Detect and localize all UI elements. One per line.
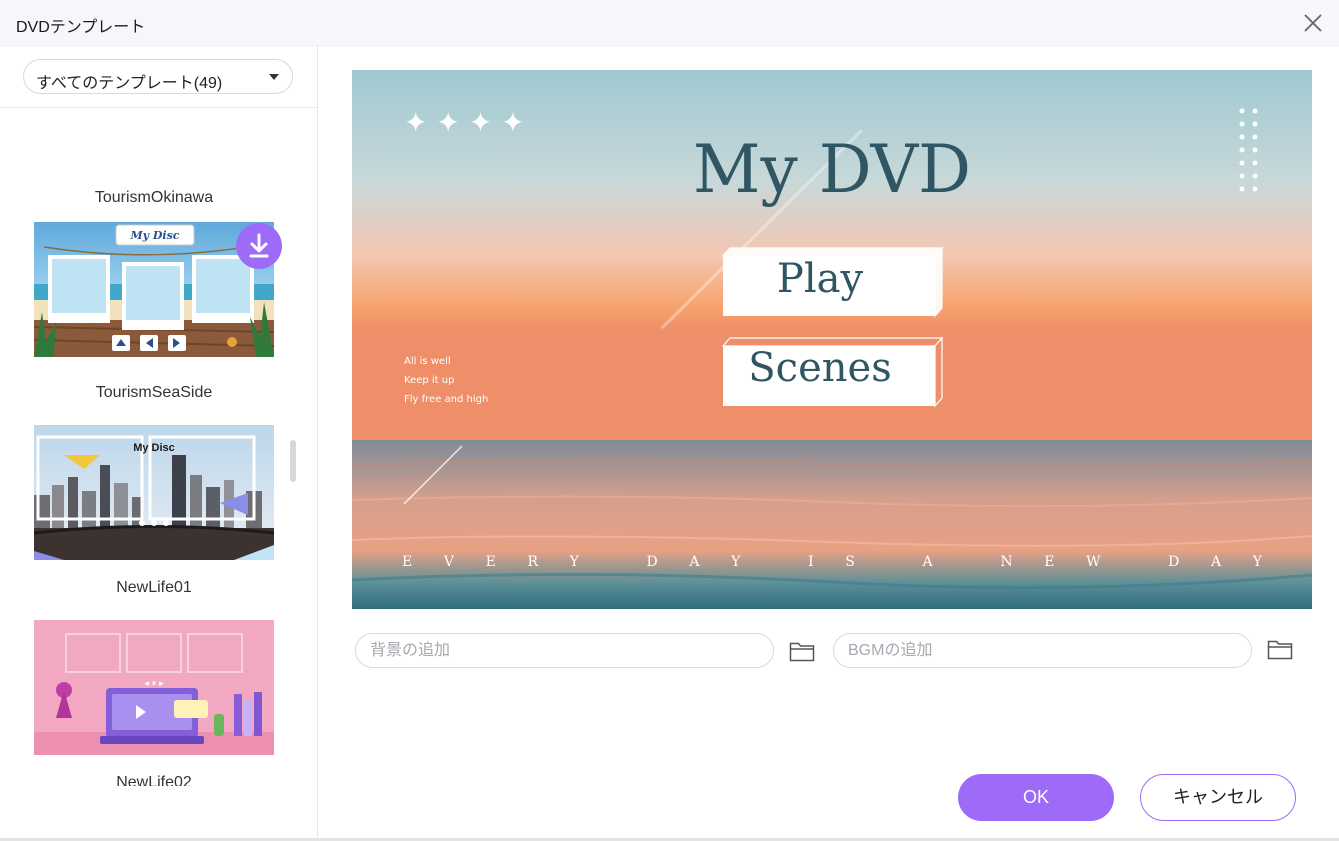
dropdown-label: すべてのテンプレート(49) — [36, 75, 223, 92]
side-text-line: Fly free and high — [404, 394, 488, 405]
bgm-path-input[interactable] — [833, 633, 1252, 668]
folder-icon[interactable] — [1267, 638, 1293, 660]
scenes-button[interactable]: Scenes — [721, 336, 944, 408]
thumb-title: My Disc — [133, 442, 175, 454]
close-icon[interactable] — [1301, 11, 1325, 35]
template-filter-dropdown[interactable]: すべてのテンプレート(49) — [23, 59, 293, 94]
title-bar: DVDテンプレート — [0, 0, 1339, 46]
template-list: TourismOkinawa My Disc TourismSeaSide My… — [0, 108, 318, 786]
template-label-tourismokinawa: TourismOkinawa — [94, 189, 214, 206]
template-thumb-newlife02[interactable]: ◂ ⏸ ▸ — [34, 620, 274, 755]
newlife02-thumbnail: ◂ ⏸ ▸ — [34, 620, 274, 755]
template-label-newlife01: NewLife01 — [116, 579, 192, 596]
dvd-title: My DVD — [693, 131, 971, 208]
play-button[interactable]: Play — [721, 246, 944, 318]
window-title: DVDテンプレート — [16, 19, 146, 36]
dvd-menu-preview: ✦ ✦ ✦ ✦ My DVD Play Scenes All is well K… — [352, 70, 1312, 609]
folder-icon[interactable] — [789, 640, 815, 662]
template-label-newlife02: NewLife02 — [116, 774, 192, 786]
download-icon[interactable] — [236, 223, 282, 269]
background-path-input[interactable] — [355, 633, 774, 668]
newlife01-thumbnail: My Disc — [34, 425, 274, 560]
template-sidebar: すべてのテンプレート(49) TourismOkinawa My Disc To… — [0, 46, 318, 841]
ok-button[interactable]: OK — [958, 774, 1114, 821]
scenes-label: Scenes — [748, 345, 891, 391]
svg-text:◂ ⏸ ▸: ◂ ⏸ ▸ — [144, 679, 164, 689]
sidebar-scrollbar[interactable] — [290, 440, 296, 482]
preview-canvas: ✦ ✦ ✦ ✦ My DVD Play Scenes All is well K… — [352, 70, 1312, 609]
template-label-tourismseaside: TourismSeaSide — [95, 384, 213, 401]
template-thumb-newlife01[interactable]: My Disc — [34, 425, 274, 560]
thumb-title: My Disc — [129, 229, 179, 242]
cancel-button[interactable]: キャンセル — [1140, 774, 1296, 821]
side-text-line: All is well — [404, 356, 451, 367]
stars-decoration: ✦ ✦ ✦ ✦ — [404, 106, 525, 139]
chevron-down-icon — [269, 74, 279, 80]
play-label: Play — [777, 256, 864, 302]
side-text-line: Keep it up — [404, 375, 454, 386]
